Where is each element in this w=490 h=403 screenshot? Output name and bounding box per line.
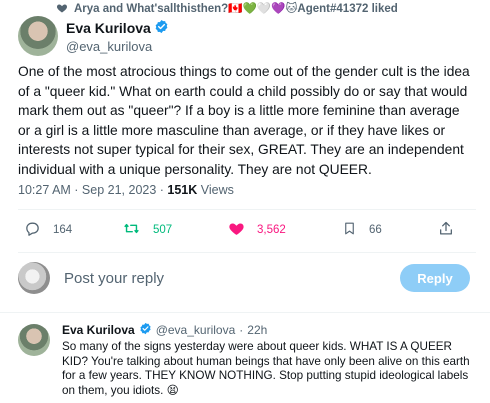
tweet-timestamp[interactable]: 10:27 AM · Sep 21, 2023 · — [18, 183, 167, 197]
reply-author-name[interactable]: Eva Kurilova — [62, 323, 135, 337]
tweet-author[interactable]: Eva Kurilova @eva_kurilova — [18, 16, 169, 56]
retweet-count: 507 — [153, 224, 173, 236]
reply-icon — [24, 220, 41, 240]
avatar[interactable] — [18, 324, 50, 356]
views-label: Views — [197, 183, 234, 197]
bookmark-action[interactable]: 66 — [342, 220, 382, 240]
share-icon — [438, 220, 454, 240]
reply-input[interactable]: Post your reply — [64, 270, 164, 287]
bookmark-count: 66 — [369, 224, 382, 236]
tweet-meta: 10:27 AM · Sep 21, 2023 · 151K Views — [18, 183, 234, 197]
divider — [0, 312, 490, 313]
reply-timestamp[interactable]: 22h — [247, 323, 267, 337]
reply-action[interactable]: 164 — [24, 220, 72, 240]
liked-by-bar[interactable]: Arya and What'sallthisthen?🇨🇦💚🤍💜🐱Agent#4… — [56, 1, 398, 15]
heart-filled-icon — [228, 220, 245, 240]
author-handle[interactable]: @eva_kurilova — [66, 39, 169, 54]
author-name[interactable]: Eva Kurilova — [66, 20, 151, 36]
reply-author-handle[interactable]: @eva_kurilova — [156, 323, 236, 337]
reply-tweet-text: So many of the signs yesterday were abou… — [62, 340, 470, 397]
liked-by-text: Arya and What'sallthisthen?🇨🇦💚🤍💜🐱Agent#4… — [74, 3, 398, 15]
divider — [18, 252, 476, 253]
verified-badge-icon — [139, 322, 152, 338]
action-bar: 164 507 3,562 66 — [18, 220, 470, 242]
divider — [18, 209, 476, 210]
like-action[interactable]: 3,562 — [228, 220, 286, 240]
tweet-text: One of the most atrocious things to come… — [18, 64, 470, 177]
retweet-icon — [122, 220, 141, 240]
dot-separator: · — [239, 323, 244, 337]
heart-icon — [56, 2, 68, 14]
retweet-action[interactable]: 507 — [122, 220, 172, 240]
current-user-avatar[interactable] — [18, 262, 50, 294]
reply-button[interactable]: Reply — [400, 264, 470, 292]
verified-badge-icon — [154, 19, 169, 37]
views-count: 151K — [167, 183, 198, 197]
reply-count: 164 — [53, 224, 73, 236]
reply-composer: Post your reply Reply — [18, 262, 470, 294]
share-action[interactable] — [438, 220, 454, 240]
bookmark-icon — [342, 220, 357, 240]
avatar[interactable] — [18, 16, 58, 56]
like-count: 3,562 — [257, 224, 286, 236]
